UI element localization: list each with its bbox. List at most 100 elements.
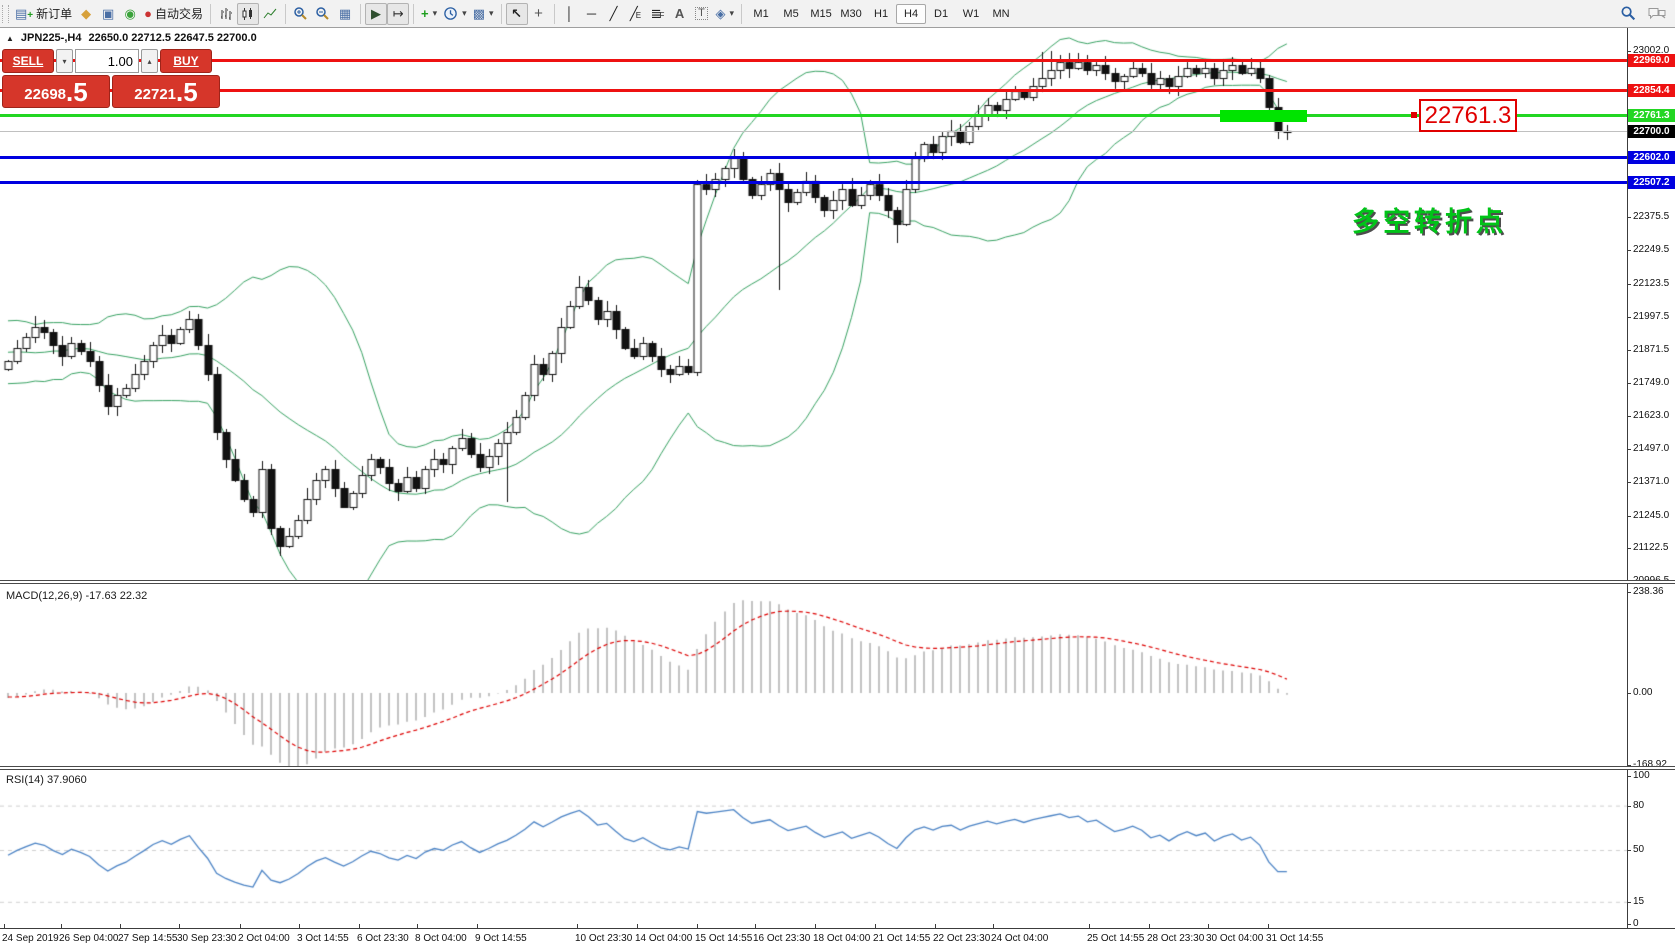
zoom-out-button[interactable]: [312, 3, 334, 25]
chat-icon[interactable]: [1647, 5, 1667, 22]
channel-button[interactable]: ╱E: [625, 3, 647, 25]
axis-tick: 21997.5: [1633, 311, 1669, 322]
sell-price-box[interactable]: 22698.5: [2, 75, 110, 108]
axis-tick-mark: [1627, 250, 1631, 251]
timeframe-M5-button[interactable]: M5: [776, 4, 806, 24]
timeframe-M1-button[interactable]: M1: [746, 4, 776, 24]
axis-tick-mark: [1627, 592, 1631, 593]
time-axis-tick: 6 Oct 23:30: [357, 933, 409, 944]
horizontal-line-button[interactable]: ─: [581, 3, 603, 25]
time-axis-tick-mark: [993, 924, 994, 929]
toolbar-grip[interactable]: [2, 5, 9, 23]
time-axis-tick-mark: [577, 924, 578, 929]
pane-splitter[interactable]: [0, 580, 1675, 584]
search-icon[interactable]: [1620, 5, 1637, 22]
macd-pane-canvas[interactable]: [0, 584, 1627, 766]
price-badge-22602.0: 22602.0: [1628, 151, 1675, 164]
timeframe-H4-button[interactable]: H4: [896, 4, 926, 24]
collapse-icon[interactable]: ▲: [6, 34, 14, 43]
fibonacci-button[interactable]: ≣F: [647, 3, 669, 25]
time-axis-tick-mark: [815, 924, 816, 929]
trendline-button[interactable]: ╱: [603, 3, 625, 25]
periods-button[interactable]: ▾: [440, 3, 470, 25]
time-axis-tick: 15 Oct 14:55: [695, 933, 752, 944]
volume-increase-button[interactable]: ▴: [141, 49, 158, 73]
chevron-down-icon: ▾: [730, 8, 735, 19]
zoom-out-icon: [315, 6, 331, 22]
time-axis-tick-mark: [120, 924, 121, 929]
candlestick-chart-button[interactable]: [237, 3, 259, 25]
text-button[interactable]: A: [669, 3, 691, 25]
chart-shift-button[interactable]: ↦: [387, 3, 409, 25]
cursor-icon: ↖: [511, 7, 522, 20]
horizontal-level-22761.3[interactable]: [0, 114, 1627, 117]
text-label-button[interactable]: T: [691, 3, 713, 25]
volume-input[interactable]: [75, 49, 139, 73]
toolbar-separator: [285, 4, 286, 24]
buy-price-box[interactable]: 22721.5: [112, 75, 220, 108]
time-axis-tick-mark: [697, 924, 698, 929]
templates-button[interactable]: ▩ ▾: [470, 3, 497, 25]
new-order-button[interactable]: ▤+ 新订单: [12, 3, 75, 25]
toolbar: ▤+ 新订单 ◆ ▣ ◉ ● 自动交易: [0, 0, 1675, 28]
timeframe-W1-button[interactable]: W1: [956, 4, 986, 24]
toolbar-separator: [413, 4, 414, 24]
buy-button[interactable]: BUY: [160, 49, 212, 73]
vertical-line-button[interactable]: │: [559, 3, 581, 25]
one-click-trade-panel: SELL ▾ ▴ BUY 22698.5 22721.5: [2, 49, 220, 108]
price-callout-label[interactable]: 22761.3: [1419, 99, 1517, 132]
crosshair-icon: +: [534, 6, 543, 21]
timeframe-D1-button[interactable]: D1: [926, 4, 956, 24]
bar-chart-button[interactable]: [215, 3, 237, 25]
time-axis-tick: 30 Oct 04:00: [1206, 933, 1263, 944]
time-axis-tick: 30 Sep 23:30: [177, 933, 237, 944]
auto-scroll-button[interactable]: ▶: [365, 3, 387, 25]
time-axis-tick-mark: [1089, 924, 1090, 929]
cursor-button[interactable]: ↖: [506, 3, 528, 25]
pane-splitter[interactable]: [0, 766, 1675, 770]
horizontal-level-22854.4[interactable]: [0, 89, 1627, 92]
horizontal-level-22507.2[interactable]: [0, 181, 1627, 184]
zoom-in-button[interactable]: [290, 3, 312, 25]
time-axis-tick: 24 Sep 2019: [2, 933, 59, 944]
horizontal-level-22700.0[interactable]: [0, 131, 1627, 132]
axis-tick: 21749.0: [1633, 377, 1669, 388]
axis-tick-mark: [1627, 693, 1631, 694]
timeframe-M30-button[interactable]: M30: [836, 4, 866, 24]
indicators-button[interactable]: + ▾: [418, 3, 440, 25]
metaeditor-button[interactable]: ◆: [75, 3, 97, 25]
time-axis-tick: 26 Sep 04:00: [59, 933, 119, 944]
axis-tick-mark: [1627, 548, 1631, 549]
main-chart-canvas[interactable]: [0, 28, 1627, 580]
sell-button[interactable]: SELL: [2, 49, 54, 73]
time-axis-tick: 3 Oct 14:55: [297, 933, 349, 944]
toolbar-separator: [501, 4, 502, 24]
highlight-rectangle[interactable]: [1220, 110, 1307, 122]
axis-tick-mark: [1627, 516, 1631, 517]
autotrading-button[interactable]: ● 自动交易: [141, 3, 206, 25]
timeframe-M15-button[interactable]: M15: [806, 4, 836, 24]
axis-tick: 21122.5: [1633, 542, 1668, 553]
volume-decrease-button[interactable]: ▾: [56, 49, 73, 73]
horizontal-level-22969.0[interactable]: [0, 59, 1627, 62]
axis-tick-mark: [1627, 902, 1631, 903]
timeframe-buttons: M1M5M15M30H1H4D1W1MN: [746, 4, 1016, 24]
axis-tick-mark: [1627, 51, 1631, 52]
autotrading-label: 自动交易: [155, 5, 203, 22]
chinese-note[interactable]: 多空转折点: [1352, 200, 1507, 239]
horizontal-level-22602.0[interactable]: [0, 156, 1627, 159]
crosshair-button[interactable]: +: [528, 3, 550, 25]
terminal-button[interactable]: ▣: [97, 3, 119, 25]
time-axis-tick: 8 Oct 04:00: [415, 933, 467, 944]
rsi-pane-canvas[interactable]: [0, 770, 1627, 928]
timeframe-H1-button[interactable]: H1: [866, 4, 896, 24]
arrows-button[interactable]: ◈ ▾: [713, 3, 738, 25]
timeframe-MN-button[interactable]: MN: [986, 4, 1016, 24]
fibonacci-icon: ≣F: [651, 7, 665, 20]
price-label-handle[interactable]: [1411, 112, 1417, 118]
tile-windows-button[interactable]: ▦: [334, 3, 356, 25]
news-button[interactable]: ◉: [119, 3, 141, 25]
auto-scroll-icon: ▶: [371, 7, 381, 20]
line-chart-button[interactable]: [259, 3, 281, 25]
time-axis-tick: 27 Sep 14:55: [118, 933, 178, 944]
